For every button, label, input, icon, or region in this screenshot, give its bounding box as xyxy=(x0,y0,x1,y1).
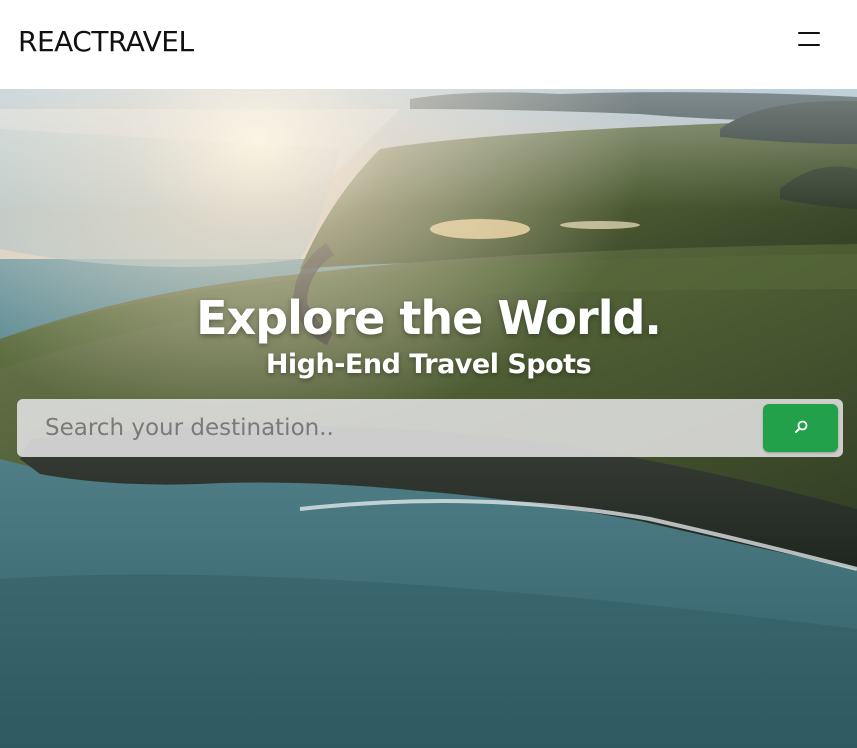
search-button[interactable] xyxy=(763,404,838,452)
navbar: REACTRAVEL xyxy=(0,0,857,89)
search-icon xyxy=(795,420,808,433)
hamburger-menu-icon-line xyxy=(798,44,820,46)
search-input[interactable] xyxy=(27,403,757,453)
hamburger-menu-button[interactable] xyxy=(790,24,830,56)
hero-title: Explore the World. xyxy=(196,291,662,345)
search-bar xyxy=(17,399,843,457)
brand-logo[interactable]: REACTRAVEL xyxy=(18,24,194,60)
hero-subtitle: High-End Travel Spots xyxy=(265,349,592,380)
hamburger-menu-icon xyxy=(798,32,820,34)
hero-section: Explore the World. High-End Travel Spots xyxy=(0,89,857,748)
